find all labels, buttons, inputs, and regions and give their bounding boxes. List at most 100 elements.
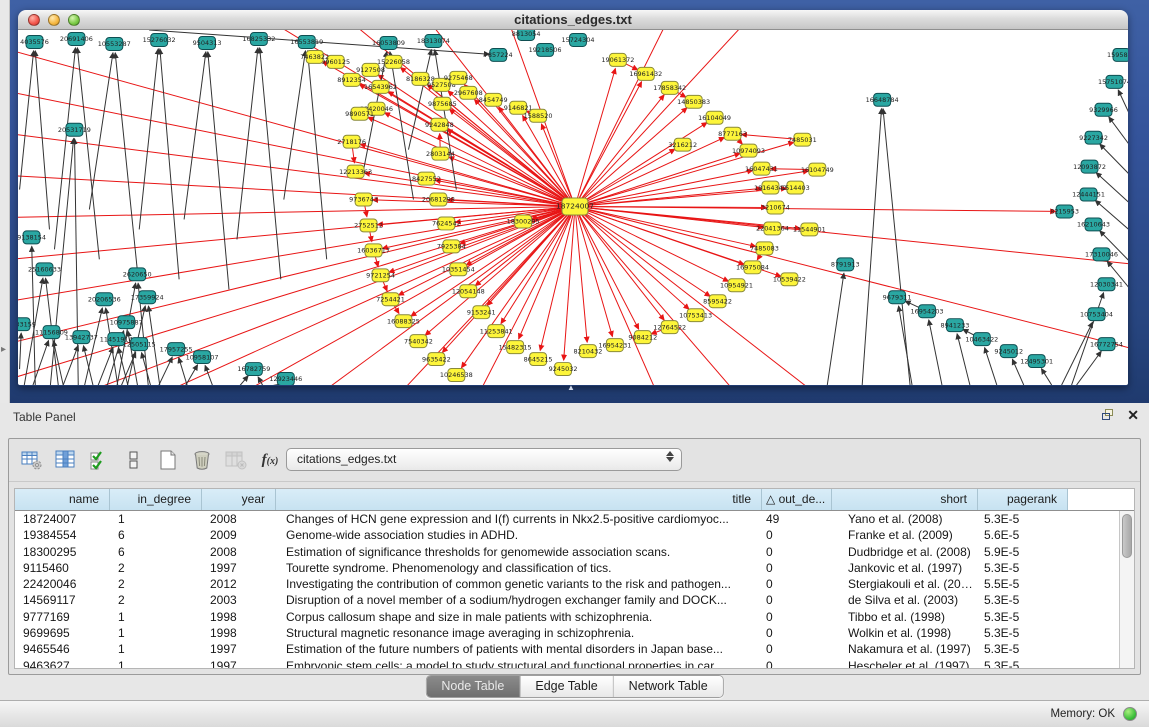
table-row[interactable]: 1456911722003Disruption of a novel membe… — [15, 592, 1119, 608]
network-node-label: 8813054 — [512, 30, 541, 38]
row-select-check-icon[interactable] — [85, 446, 115, 474]
network-edge[interactable] — [575, 95, 664, 207]
network-edge[interactable] — [94, 347, 113, 385]
table-cell: 5.3E-5 — [978, 609, 1068, 625]
network-edge[interactable] — [232, 376, 248, 385]
splitter-arrow-icon[interactable]: ▲ — [567, 383, 575, 392]
network-edge[interactable] — [1041, 369, 1051, 385]
network-node-label: 19218506 — [529, 46, 562, 54]
network-edge[interactable] — [827, 273, 844, 385]
close-panel-icon[interactable]: ✕ — [1127, 409, 1139, 421]
table-cell: 0 — [762, 641, 832, 657]
table-cell: Stergiakouli et al. (2012) — [832, 576, 978, 592]
network-edge[interactable] — [389, 207, 575, 273]
network-edge[interactable] — [75, 139, 79, 385]
network-node-label: 9275468 — [444, 74, 473, 82]
table-panel-body: f(x) citations_edges.txt namein_degreeye… — [8, 438, 1141, 675]
network-graph[interactable]: 1872400715226058912750889123549960125746… — [18, 30, 1128, 385]
vertical-scrollbar[interactable] — [1119, 511, 1134, 668]
network-edge[interactable] — [575, 207, 728, 282]
network-edge[interactable] — [284, 51, 306, 200]
column-header-pagerank[interactable]: pagerank — [978, 489, 1068, 510]
network-window-titlebar[interactable]: citations_edges.txt — [18, 10, 1128, 30]
network-edge[interactable] — [35, 51, 49, 230]
collapsed-panel-arrow-icon[interactable]: ▸ — [1, 344, 6, 355]
network-edge[interactable] — [18, 207, 575, 218]
network-node-label: 10958107 — [186, 353, 219, 361]
network-node-label: 9245032 — [549, 365, 578, 373]
table-row[interactable]: 977716911998Corpus callosum shape and si… — [15, 609, 1119, 625]
network-edge[interactable] — [575, 137, 724, 206]
network-node-label: 17359924 — [131, 293, 164, 301]
network-edge[interactable] — [575, 207, 1056, 212]
network-edge[interactable] — [862, 109, 881, 385]
network-edge[interactable] — [208, 52, 229, 289]
table-row[interactable]: 1872400712008Changes of HCN gene express… — [15, 511, 1119, 527]
column-header-year[interactable]: year — [202, 489, 276, 510]
network-edge[interactable] — [115, 53, 137, 269]
network-edge[interactable] — [929, 320, 942, 385]
rows-icon[interactable] — [119, 446, 149, 474]
network-edge[interactable] — [575, 207, 710, 297]
column-header-in_degree[interactable]: in_degree — [110, 489, 202, 510]
memory-ok-indicator[interactable] — [1123, 707, 1137, 721]
column-visibility-icon[interactable] — [51, 446, 81, 474]
tab-node-table[interactable]: Node Table — [426, 676, 520, 697]
table-cell: 0 — [762, 592, 832, 608]
network-edge[interactable] — [523, 116, 575, 207]
column-header-short[interactable]: short — [832, 489, 978, 510]
network-node-label: 10974093 — [732, 147, 765, 155]
network-edge[interactable] — [575, 170, 753, 206]
column-header-out_de[interactable]: △ out_de... — [762, 489, 832, 510]
table-selector-dropdown[interactable]: citations_edges.txt — [286, 448, 682, 471]
network-edge[interactable] — [139, 49, 158, 230]
tab-network-table[interactable]: Network Table — [614, 676, 723, 697]
network-node-label: 16782759 — [237, 365, 270, 373]
delete-trash-icon[interactable] — [187, 446, 217, 474]
network-node-label: 9721254 — [366, 272, 395, 280]
network-edge[interactable] — [575, 207, 689, 310]
network-edge[interactable] — [883, 109, 910, 385]
table-row[interactable]: 1938455462009Genome-wide association stu… — [15, 527, 1119, 543]
network-edge[interactable] — [260, 48, 281, 279]
network-edge[interactable] — [237, 48, 258, 240]
network-edge[interactable] — [20, 333, 22, 369]
float-window-icon[interactable] — [1102, 409, 1115, 421]
network-edge[interactable] — [205, 366, 216, 385]
table-cell: 0 — [762, 560, 832, 576]
table-row[interactable]: 2242004622012Investigating the contribut… — [15, 576, 1119, 592]
network-node-label: 16772754 — [1090, 340, 1123, 348]
scrollbar-thumb[interactable] — [1122, 514, 1132, 558]
network-edge[interactable] — [82, 308, 102, 385]
table-row[interactable]: 946362711997Embryonic stem cells: a mode… — [15, 658, 1119, 668]
table-row[interactable]: 969969511998Structural magnetic resonanc… — [15, 625, 1119, 641]
column-header-title[interactable]: title — [276, 489, 762, 510]
network-edge[interactable] — [1118, 90, 1128, 125]
network-edge[interactable] — [154, 357, 172, 385]
network-edge[interactable] — [18, 207, 575, 344]
new-table-icon[interactable] — [153, 446, 183, 474]
network-edge[interactable] — [89, 53, 113, 210]
table-row[interactable]: 946554611997Estimation of the future num… — [15, 641, 1119, 657]
network-edge[interactable] — [1077, 351, 1102, 385]
column-header-name[interactable]: name — [15, 489, 110, 510]
network-edge[interactable] — [899, 306, 912, 385]
table-cell: 1 — [110, 625, 202, 641]
table-row[interactable]: 1830029562008Estimation of significance … — [15, 544, 1119, 560]
table-settings-icon[interactable] — [17, 446, 47, 474]
table-row[interactable]: 911546021997Tourette syndrome. Phenomeno… — [15, 560, 1119, 576]
tab-edge-table[interactable]: Edge Table — [520, 676, 613, 697]
table-cell: 18724007 — [15, 511, 110, 527]
network-canvas[interactable]: 1872400715226058912750889123549960125746… — [18, 30, 1128, 385]
network-edge[interactable] — [1109, 117, 1128, 152]
network-edge[interactable] — [20, 51, 34, 190]
network-edge[interactable] — [184, 52, 206, 220]
function-builder-icon[interactable]: f(x) — [255, 446, 285, 474]
network-edge[interactable] — [264, 384, 279, 385]
network-node-label: 14850383 — [677, 98, 710, 106]
table-selector-value: citations_edges.txt — [297, 452, 396, 466]
network-edge[interactable] — [77, 48, 99, 259]
network-edge[interactable] — [30, 341, 49, 385]
network-node-label: 16961432 — [629, 70, 662, 78]
network-edge[interactable] — [49, 139, 73, 385]
